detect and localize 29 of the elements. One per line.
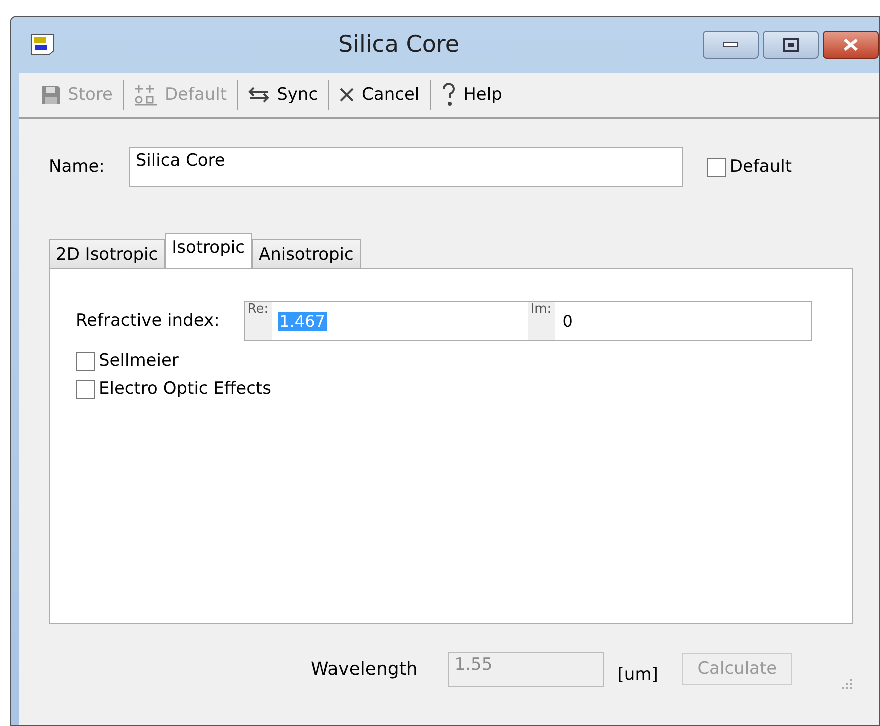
tab[interactable]: Anisotropic [252,239,361,269]
wavelength-label: Wavelength [311,658,418,680]
minimize-button[interactable] [703,31,759,59]
option-checkbox[interactable]: Electro Optic Effects [76,379,826,399]
help-icon [440,83,457,107]
close-button[interactable] [823,31,879,59]
default-checkbox[interactable]: Default [706,157,792,177]
app-icon [31,34,55,56]
tab[interactable]: 2D Isotropic [49,239,166,269]
minimize-icon [723,42,739,48]
option-checkbox[interactable]: Sellmeier [76,351,826,371]
close-icon [843,38,859,52]
toolbar-button[interactable]: Sync [238,77,328,113]
window-title: Silica Core [337,32,461,58]
refractive-index-field[interactable]: Re: 1.467 Im: 0 [244,301,812,341]
sync-icon [248,87,270,103]
resize-grip-icon [841,678,853,690]
default-icon [134,84,158,106]
name-label: Name: [49,157,105,177]
unit-label: [um] [618,665,658,685]
toolbar-button[interactable]: Cancel [329,77,430,113]
toolbar-button[interactable]: Help [430,77,512,113]
refractive-index-label: Refractive index: [76,311,220,331]
tab[interactable]: Isotropic [165,233,252,269]
save-icon [41,85,61,105]
name-field[interactable]: Silica Core [128,147,683,187]
maximize-icon [783,38,799,52]
maximize-button[interactable] [763,31,819,59]
close-icon [339,87,356,103]
